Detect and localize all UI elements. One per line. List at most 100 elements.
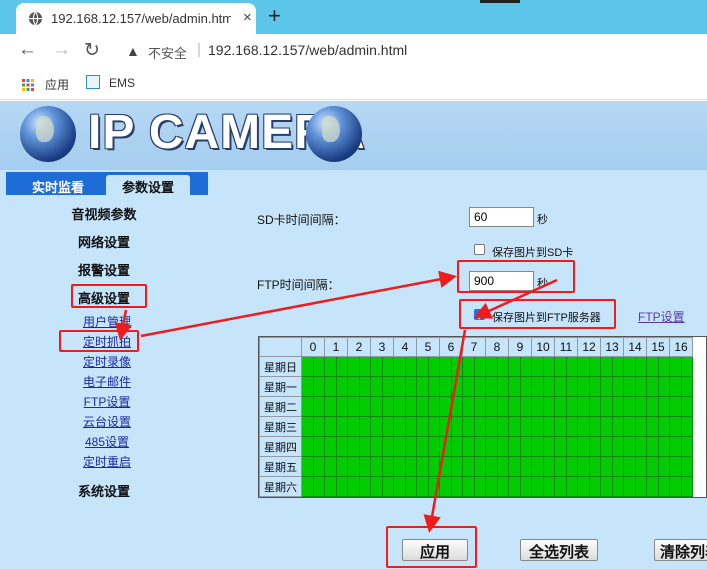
- schedule-slot[interactable]: [508, 376, 521, 397]
- schedule-slot[interactable]: [335, 396, 348, 417]
- schedule-slot[interactable]: [554, 476, 567, 497]
- schedule-slot[interactable]: [416, 416, 429, 437]
- day-label[interactable]: 星期日: [259, 356, 302, 377]
- schedule-slot[interactable]: [623, 376, 636, 397]
- schedule-slot[interactable]: [393, 456, 406, 477]
- day-label[interactable]: 星期五: [259, 456, 302, 477]
- schedule-slot[interactable]: [519, 436, 532, 457]
- schedule-slot[interactable]: [531, 476, 544, 497]
- schedule-slot[interactable]: [462, 376, 475, 397]
- schedule-slot[interactable]: [450, 356, 463, 377]
- schedule-slot[interactable]: [646, 396, 659, 417]
- schedule-slot[interactable]: [473, 376, 486, 397]
- hour-header[interactable]: 4: [393, 337, 417, 357]
- schedule-slot[interactable]: [577, 396, 590, 417]
- schedule-slot[interactable]: [370, 356, 383, 377]
- schedule-slot[interactable]: [623, 356, 636, 377]
- day-label[interactable]: 星期二: [259, 396, 302, 417]
- schedule-slot[interactable]: [600, 416, 613, 437]
- schedule-slot[interactable]: [646, 456, 659, 477]
- schedule-slot[interactable]: [439, 416, 452, 437]
- reload-icon[interactable]: ↻: [84, 39, 100, 62]
- schedule-slot[interactable]: [646, 416, 659, 437]
- back-arrow-icon[interactable]: ←: [18, 39, 37, 61]
- schedule-slot[interactable]: [347, 396, 360, 417]
- schedule-slot[interactable]: [312, 476, 325, 497]
- schedule-slot[interactable]: [485, 376, 498, 397]
- schedule-slot[interactable]: [554, 356, 567, 377]
- schedule-slot[interactable]: [611, 396, 624, 417]
- schedule-slot[interactable]: [657, 376, 670, 397]
- schedule-slot[interactable]: [485, 396, 498, 417]
- schedule-slot[interactable]: [669, 476, 682, 497]
- schedule-slot[interactable]: [531, 376, 544, 397]
- schedule-slot[interactable]: [381, 396, 394, 417]
- tab-close-icon[interactable]: ×: [243, 9, 252, 26]
- forward-arrow-icon[interactable]: →: [52, 39, 71, 61]
- schedule-slot[interactable]: [393, 416, 406, 437]
- schedule-slot[interactable]: [473, 396, 486, 417]
- schedule-slot[interactable]: [554, 396, 567, 417]
- schedule-slot[interactable]: [404, 436, 417, 457]
- schedule-slot[interactable]: [542, 476, 555, 497]
- schedule-slot[interactable]: [416, 356, 429, 377]
- sidebar-link-timed-recording[interactable]: 定时录像: [0, 353, 214, 370]
- hour-header[interactable]: 1: [324, 337, 348, 357]
- schedule-slot[interactable]: [588, 456, 601, 477]
- day-label[interactable]: 星期六: [259, 476, 302, 497]
- schedule-slot[interactable]: [485, 356, 498, 377]
- schedule-slot[interactable]: [496, 396, 509, 417]
- schedule-slot[interactable]: [301, 396, 314, 417]
- schedule-slot[interactable]: [542, 436, 555, 457]
- schedule-slot[interactable]: [565, 416, 578, 437]
- sidebar-link-email[interactable]: 电子邮件: [0, 373, 214, 390]
- schedule-slot[interactable]: [531, 456, 544, 477]
- schedule-slot[interactable]: [427, 416, 440, 437]
- schedule-slot[interactable]: [301, 416, 314, 437]
- schedule-slot[interactable]: [565, 396, 578, 417]
- schedule-slot[interactable]: [600, 436, 613, 457]
- schedule-slot[interactable]: [680, 396, 693, 417]
- schedule-slot[interactable]: [416, 436, 429, 457]
- schedule-slot[interactable]: [427, 476, 440, 497]
- schedule-slot[interactable]: [427, 356, 440, 377]
- schedule-slot[interactable]: [370, 396, 383, 417]
- schedule-slot[interactable]: [462, 476, 475, 497]
- schedule-slot[interactable]: [508, 476, 521, 497]
- schedule-slot[interactable]: [450, 476, 463, 497]
- schedule-slot[interactable]: [335, 476, 348, 497]
- schedule-slot[interactable]: [485, 416, 498, 437]
- schedule-slot[interactable]: [577, 436, 590, 457]
- schedule-slot[interactable]: [669, 356, 682, 377]
- schedule-slot[interactable]: [381, 416, 394, 437]
- new-tab-button[interactable]: +: [268, 3, 281, 29]
- hour-header[interactable]: 12: [577, 337, 601, 357]
- schedule-slot[interactable]: [531, 416, 544, 437]
- schedule-slot[interactable]: [496, 416, 509, 437]
- schedule-slot[interactable]: [324, 436, 337, 457]
- schedule-slot[interactable]: [370, 436, 383, 457]
- schedule-slot[interactable]: [531, 396, 544, 417]
- schedule-slot[interactable]: [347, 376, 360, 397]
- schedule-slot[interactable]: [588, 436, 601, 457]
- schedule-slot[interactable]: [680, 376, 693, 397]
- schedule-slot[interactable]: [439, 396, 452, 417]
- schedule-slot[interactable]: [301, 456, 314, 477]
- schedule-slot[interactable]: [347, 416, 360, 437]
- schedule-slot[interactable]: [450, 396, 463, 417]
- schedule-slot[interactable]: [611, 436, 624, 457]
- sidebar-item-alarm[interactable]: 报警设置: [0, 260, 208, 279]
- schedule-slot[interactable]: [312, 436, 325, 457]
- schedule-slot[interactable]: [485, 476, 498, 497]
- schedule-slot[interactable]: [669, 456, 682, 477]
- schedule-slot[interactable]: [450, 436, 463, 457]
- schedule-slot[interactable]: [508, 356, 521, 377]
- day-label[interactable]: 星期三: [259, 416, 302, 437]
- bookmark-apps[interactable]: 应用: [45, 76, 69, 93]
- schedule-slot[interactable]: [600, 456, 613, 477]
- schedule-slot[interactable]: [324, 456, 337, 477]
- schedule-slot[interactable]: [416, 376, 429, 397]
- sidebar-link-ptz[interactable]: 云台设置: [0, 413, 214, 430]
- schedule-slot[interactable]: [657, 356, 670, 377]
- sidebar-item-network[interactable]: 网络设置: [0, 232, 208, 251]
